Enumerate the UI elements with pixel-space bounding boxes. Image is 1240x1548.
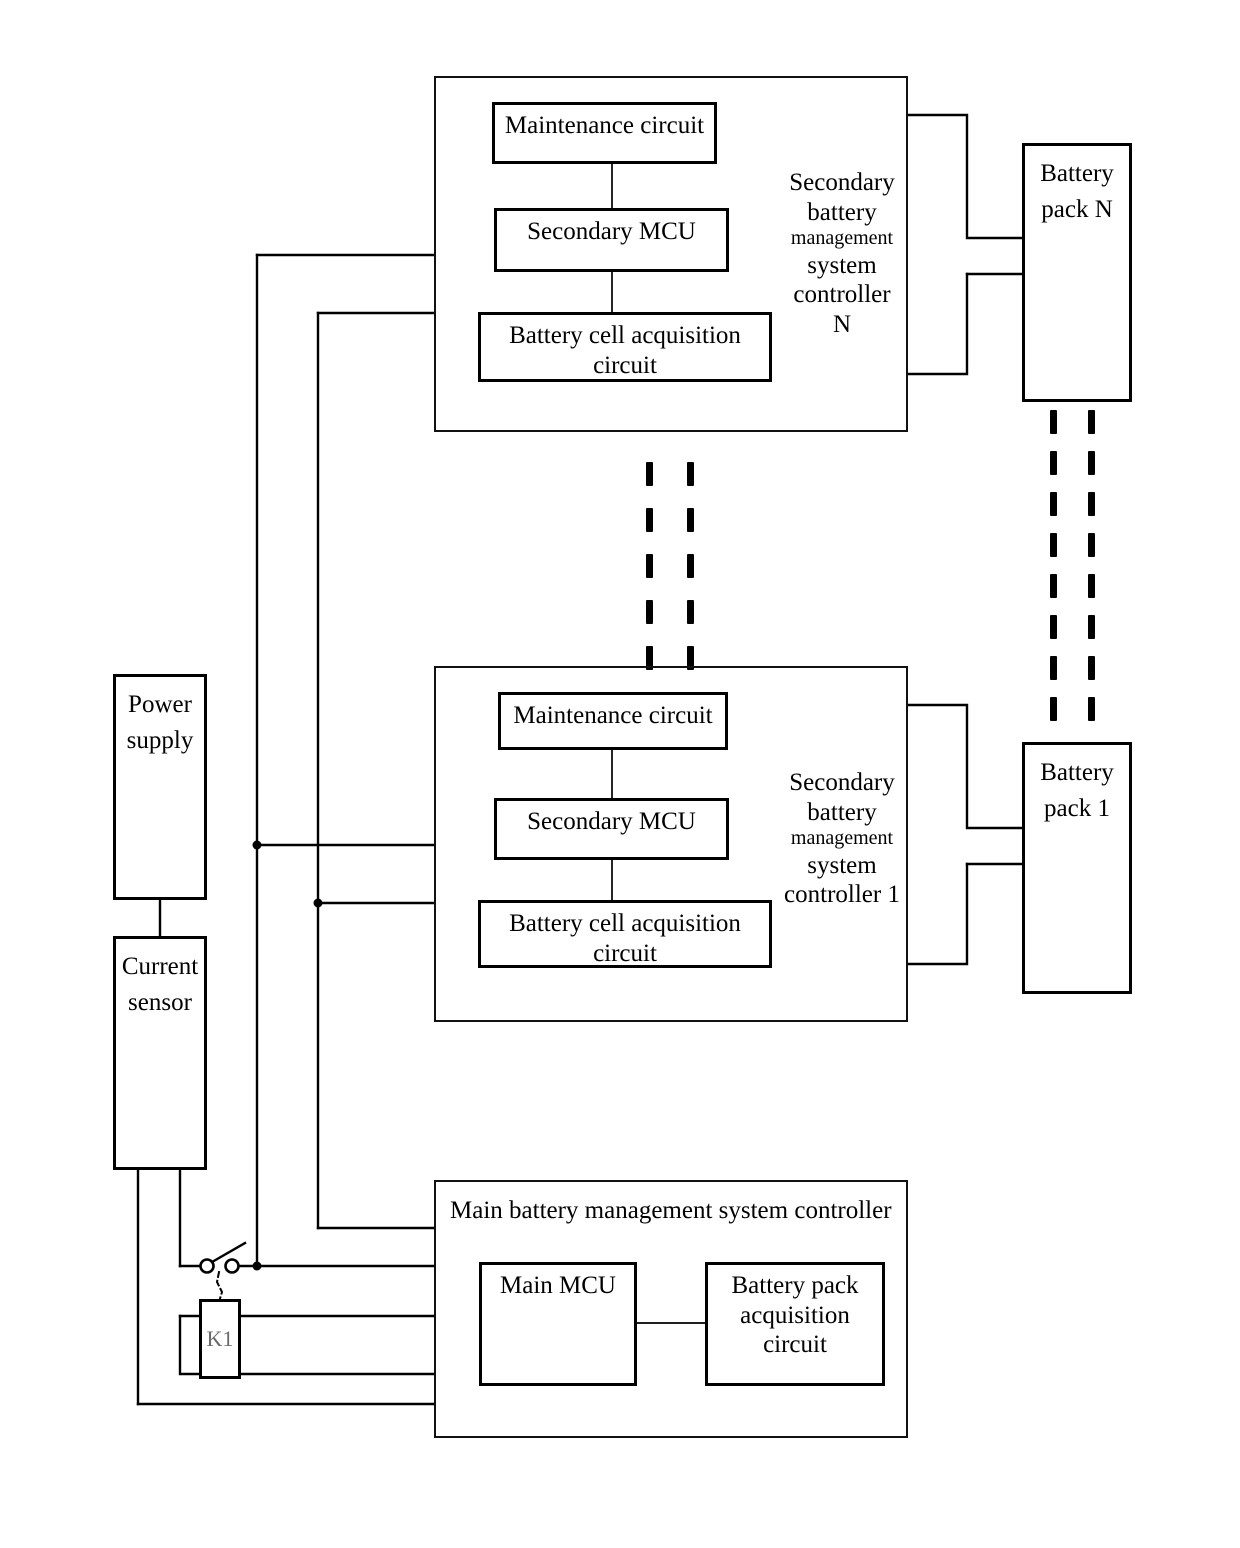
main-controller-title-text: Main battery management system controlle… xyxy=(450,1197,892,1224)
ctrl-n-title-line4: system xyxy=(807,251,877,279)
ctrl-n-title-line5: controller xyxy=(793,281,891,309)
ellipsis-dash xyxy=(1088,615,1095,639)
battery-cell-acq-line2-1: circuit xyxy=(593,939,657,967)
current-sensor-line1: Current xyxy=(121,953,199,980)
wire-ctrl1-pack-bottom xyxy=(906,862,969,966)
switch-contact-right xyxy=(224,1258,240,1274)
main-controller-title: Main battery management system controlle… xyxy=(450,1196,900,1226)
junction-dot-switch-rail xyxy=(252,1261,262,1271)
ellipsis-dash xyxy=(1088,697,1095,721)
switch-contact-left xyxy=(199,1258,215,1274)
ctrl-1-title-line3: management xyxy=(790,827,894,849)
main-mcu-block: Main MCU xyxy=(479,1262,637,1386)
maintenance-circuit-label-1: Maintenance circuit xyxy=(513,702,713,729)
battery-pack-1-line2: pack 1 xyxy=(1044,795,1110,823)
relay-k1-label: K1 xyxy=(206,1326,234,1351)
maintenance-circuit-block-1: Maintenance circuit xyxy=(498,692,728,750)
power-supply-box: Power supply xyxy=(113,674,207,900)
ellipsis-dash xyxy=(1050,574,1057,598)
battery-pack-1-line1: Battery xyxy=(1040,759,1114,786)
battery-cell-acq-line1-1: Battery cell acquisition xyxy=(509,910,741,937)
ellipsis-dash xyxy=(1050,410,1057,434)
ellipsis-dash xyxy=(646,462,653,486)
secondary-mcu-label-1: Secondary MCU xyxy=(527,808,696,835)
ctrl-1-title-line2: battery xyxy=(807,798,877,826)
pack-acq-line1: Battery pack xyxy=(731,1272,859,1299)
ellipsis-dash xyxy=(687,462,694,486)
ellipsis-dash xyxy=(687,508,694,532)
ellipsis-dash xyxy=(1088,574,1095,598)
battery-cell-acquisition-block-1: Battery cell acquisition circuit xyxy=(478,900,772,968)
power-supply-line1: Power xyxy=(128,691,192,718)
ellipsis-dash xyxy=(1050,697,1057,721)
pack-ellipsis-right xyxy=(1088,410,1095,721)
ellipsis-dash xyxy=(646,600,653,624)
battery-cell-acq-line2-n: circuit xyxy=(593,351,657,379)
junction-dot-bus-b-ctrl1 xyxy=(313,898,323,908)
battery-pack-n-line1: Battery xyxy=(1040,160,1114,187)
controller-ellipsis-left xyxy=(646,462,653,670)
battery-cell-acq-line1-n: Battery cell acquisition xyxy=(509,322,741,349)
diagram-canvas: Maintenance circuit Secondary MCU Batter… xyxy=(0,0,1240,1548)
ellipsis-dash xyxy=(646,554,653,578)
pack-acq-line2: acquisition circuit xyxy=(740,1301,850,1359)
ellipsis-dash xyxy=(1088,656,1095,680)
battery-cell-acquisition-block-n: Battery cell acquisition circuit xyxy=(478,312,772,382)
battery-pack-n-line2: pack N xyxy=(1041,196,1113,224)
wire-ctrlN-pack-bottom xyxy=(906,272,969,376)
ellipsis-dash xyxy=(1050,451,1057,475)
ctrl-n-title-line1: Secondary xyxy=(789,169,895,196)
wire-ctrlN-pack-top xyxy=(906,113,1024,240)
ellipsis-dash xyxy=(1050,533,1057,557)
ctrl-1-title-line4: system xyxy=(807,851,877,879)
pack-ellipsis-left xyxy=(1050,410,1057,721)
ellipsis-dash xyxy=(1050,492,1057,516)
maintenance-circuit-label-n: Maintenance circuit xyxy=(504,112,705,139)
ellipsis-dash xyxy=(1050,656,1057,680)
battery-pack-1: Battery pack 1 xyxy=(1022,742,1132,994)
battery-pack-n: Battery pack N xyxy=(1022,143,1132,402)
ctrl-1-title-line1: Secondary xyxy=(789,769,895,796)
relay-actuator-link xyxy=(215,1270,224,1304)
power-supply-line2: supply xyxy=(126,727,194,755)
current-sensor-box: Current sensor xyxy=(113,936,207,1170)
ctrl-n-title-line3: management xyxy=(790,227,894,249)
ellipsis-dash xyxy=(646,508,653,532)
secondary-controller-1-title: Secondary battery management system cont… xyxy=(772,768,912,910)
ctrl-n-title-line2: battery xyxy=(807,198,877,226)
ctrl-1-title-line5: controller 1 xyxy=(784,881,900,909)
maintenance-circuit-block-n: Maintenance circuit xyxy=(492,102,717,164)
secondary-mcu-label-n: Secondary MCU xyxy=(527,218,696,245)
controller-ellipsis-right xyxy=(687,462,694,670)
ellipsis-dash xyxy=(1088,451,1095,475)
secondary-mcu-block-n: Secondary MCU xyxy=(494,208,729,272)
ellipsis-dash xyxy=(687,554,694,578)
ellipsis-dash xyxy=(687,600,694,624)
relay-k1-box: K1 xyxy=(199,1299,241,1379)
ellipsis-dash xyxy=(1088,492,1095,516)
switch-blade xyxy=(210,1241,247,1264)
secondary-controller-n-title: Secondary battery management system cont… xyxy=(772,168,912,339)
ctrl-n-title-line6: N xyxy=(832,310,852,338)
ellipsis-dash xyxy=(1088,410,1095,434)
battery-pack-acquisition-block: Battery pack acquisition circuit xyxy=(705,1262,885,1386)
ellipsis-dash xyxy=(1088,533,1095,557)
current-sensor-line2: sensor xyxy=(128,989,192,1017)
ellipsis-dash xyxy=(1050,615,1057,639)
junction-dot-bus-a-ctrl1 xyxy=(252,840,262,850)
wire-ctrl1-pack-top xyxy=(906,703,1024,830)
secondary-mcu-block-1: Secondary MCU xyxy=(494,798,729,860)
main-mcu-label: Main MCU xyxy=(500,1272,616,1299)
